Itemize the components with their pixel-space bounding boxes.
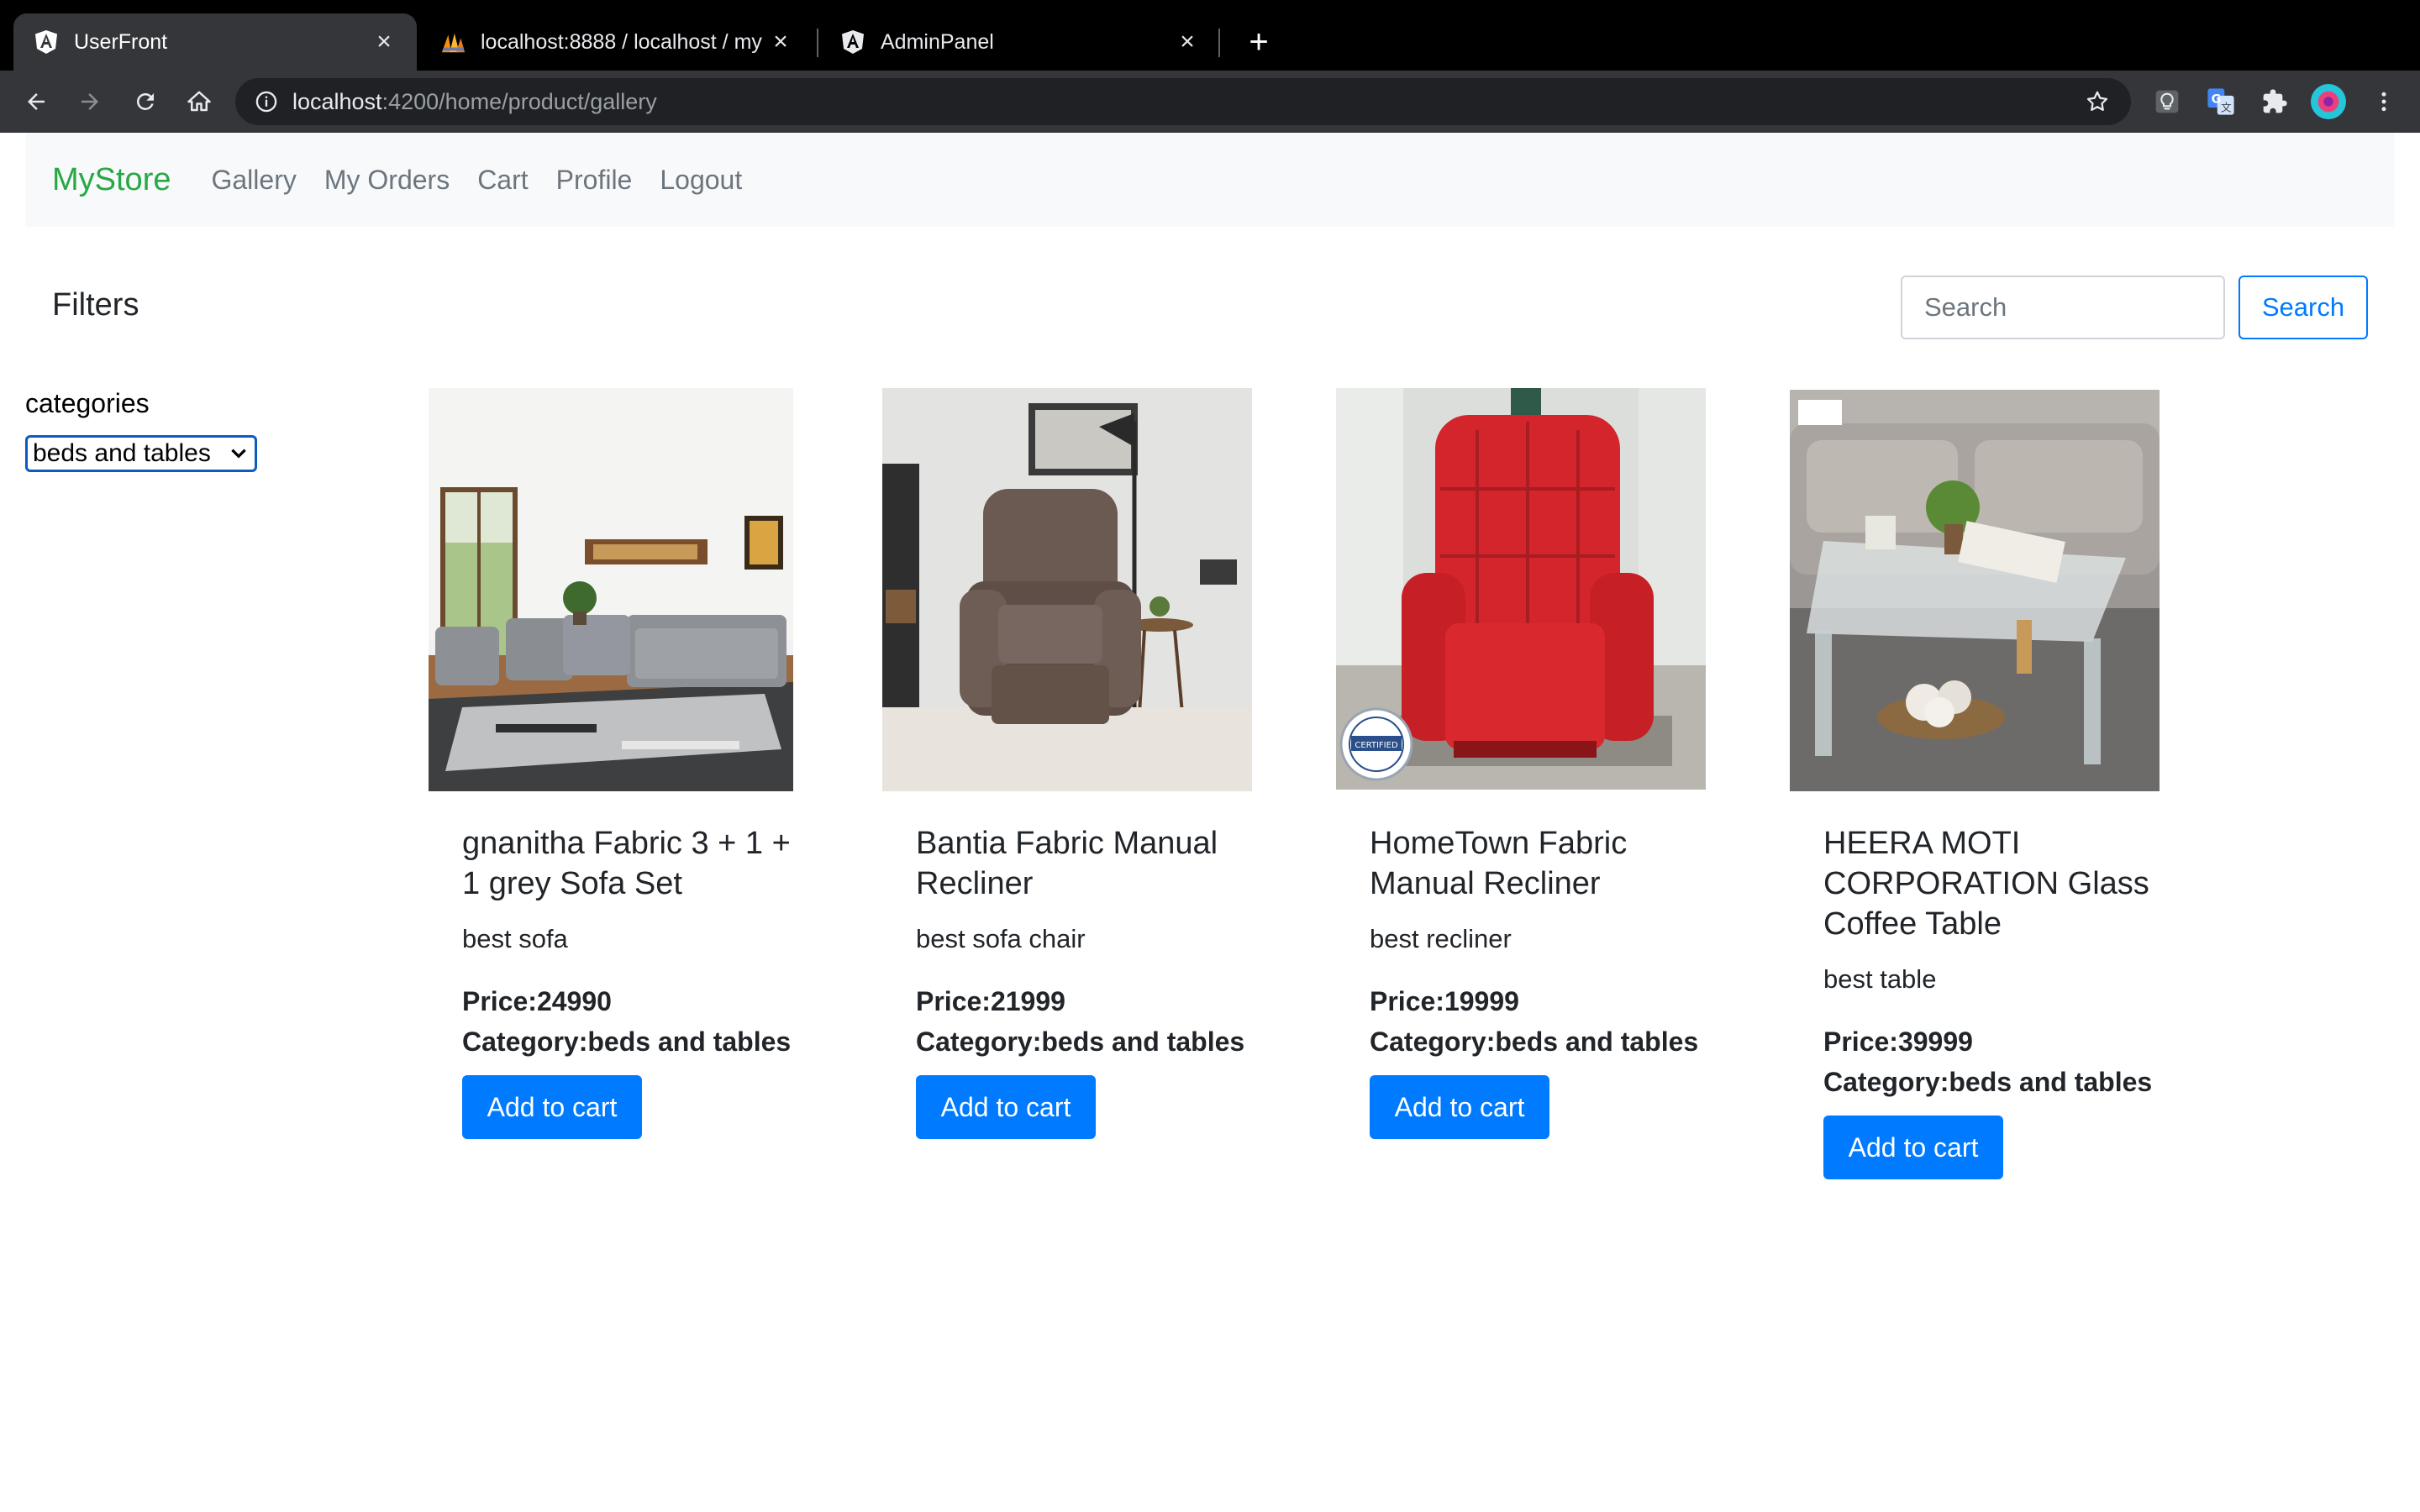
url-host: localhost [292, 88, 382, 114]
svg-text:文: 文 [2221, 102, 2232, 114]
category-selected-value: beds and tables [33, 439, 211, 467]
info-icon[interactable] [254, 89, 279, 114]
nav-link-gallery[interactable]: Gallery [211, 165, 296, 196]
product-price: Price:24990 [462, 986, 612, 1016]
add-to-cart-button[interactable]: Add to cart [1823, 1116, 2003, 1179]
product-image-sofa-set [429, 388, 793, 791]
close-icon[interactable]: × [768, 28, 793, 55]
tab-phpmyadmin[interactable]: localhost:8888 / localhost / my × [420, 13, 813, 71]
reload-button[interactable] [124, 81, 166, 123]
tab-userfront[interactable]: UserFront × [13, 13, 417, 71]
tab-divider [817, 29, 818, 57]
reload-icon [136, 92, 154, 110]
category-select[interactable]: beds and tables [25, 435, 257, 472]
svg-text:G: G [2212, 92, 2222, 106]
svg-text:CERTIFIED: CERTIFIED [1355, 741, 1398, 750]
product-image-glass-table [1790, 390, 2160, 791]
forward-button[interactable] [69, 81, 111, 123]
extension-lightbulb-icon[interactable] [2149, 84, 2185, 119]
product-title: HomeTown Fabric Manual Recliner [1370, 826, 1628, 901]
back-button[interactable] [15, 81, 57, 123]
add-to-cart-button[interactable]: Add to cart [1370, 1075, 1549, 1139]
filters-heading: Filters [52, 287, 139, 323]
back-arrow-icon [28, 93, 45, 110]
browser-menu-icon[interactable] [2366, 84, 2402, 119]
add-to-cart-button[interactable]: Add to cart [916, 1075, 1096, 1139]
product-card-body: HomeTown Fabric Manual Recliner best rec… [1370, 823, 1723, 1139]
product-price: Price:21999 [916, 986, 1065, 1016]
product-category: Category:beds and tables [1370, 1026, 1699, 1057]
browser-tabstrip: UserFront × localhost:8888 / localhost /… [0, 0, 2420, 71]
extensions-puzzle-icon[interactable] [2257, 84, 2292, 119]
product-card-body: Bantia Fabric Manual Recliner best sofa … [916, 823, 1269, 1139]
new-tab-button[interactable]: + [1240, 24, 1277, 60]
tab-title: localhost:8888 / localhost / my [481, 29, 762, 54]
tab-title: UserFront [74, 29, 168, 54]
nav-link-my-orders[interactable]: My Orders [324, 165, 450, 196]
product-description: best sofa chair [916, 924, 1086, 953]
product-category: Category:beds and tables [1823, 1067, 2153, 1097]
profile-avatar[interactable] [2311, 84, 2346, 119]
bookmark-star-icon[interactable] [2082, 87, 2112, 117]
close-icon[interactable]: × [371, 28, 397, 55]
site-navbar: MyStore Gallery My Orders Cart Profile L… [25, 133, 2395, 227]
add-to-cart-button[interactable]: Add to cart [462, 1075, 642, 1139]
tab-adminpanel[interactable]: AdminPanel × [820, 13, 1220, 71]
forward-arrow-icon [82, 93, 98, 110]
brand-logo[interactable]: MyStore [52, 162, 171, 198]
product-price: Price:19999 [1370, 986, 1519, 1016]
product-description: best table [1823, 964, 1937, 994]
product-description: best recliner [1370, 924, 1512, 953]
product-card-body: HEERA MOTI CORPORATION Glass Coffee Tabl… [1823, 823, 2176, 1179]
close-icon[interactable]: × [1175, 28, 1200, 55]
product-image-red-recliner: CERTIFIED [1336, 388, 1706, 790]
angular-icon [34, 29, 59, 55]
product-image-brown-recliner [882, 388, 1252, 791]
home-icon [187, 91, 211, 112]
product-price: Price:39999 [1823, 1026, 1973, 1057]
url-text: localhost:4200/home/product/gallery [292, 89, 657, 115]
url-path: :4200/home/product/gallery [381, 88, 657, 114]
product-title: HEERA MOTI CORPORATION Glass Coffee Tabl… [1823, 826, 2149, 942]
product-category: Category:beds and tables [916, 1026, 1245, 1057]
product-card-body: gnanitha Fabric 3 + 1 + 1 grey Sofa Set … [462, 823, 815, 1139]
home-button[interactable] [178, 81, 220, 123]
product-description: best sofa [462, 924, 568, 953]
google-translate-icon[interactable]: G文 [2203, 84, 2238, 119]
phpmyadmin-icon [440, 29, 466, 55]
angular-icon [840, 29, 865, 55]
search-button[interactable]: Search [2238, 276, 2368, 339]
tab-title: AdminPanel [881, 29, 994, 54]
categories-label: categories [25, 388, 150, 418]
nav-link-logout[interactable]: Logout [660, 165, 742, 196]
product-category: Category:beds and tables [462, 1026, 792, 1057]
search-input[interactable] [1901, 276, 2225, 339]
address-bar[interactable]: localhost:4200/home/product/gallery [235, 78, 2131, 125]
chevron-down-icon [231, 449, 246, 459]
product-title: Bantia Fabric Manual Recliner [916, 826, 1218, 901]
browser-toolbar: localhost:4200/home/product/gallery G文 [0, 71, 2420, 133]
product-title: gnanitha Fabric 3 + 1 + 1 grey Sofa Set [462, 826, 791, 901]
nav-link-cart[interactable]: Cart [477, 165, 528, 196]
tab-divider [1218, 29, 1220, 57]
nav-link-profile[interactable]: Profile [556, 165, 633, 196]
